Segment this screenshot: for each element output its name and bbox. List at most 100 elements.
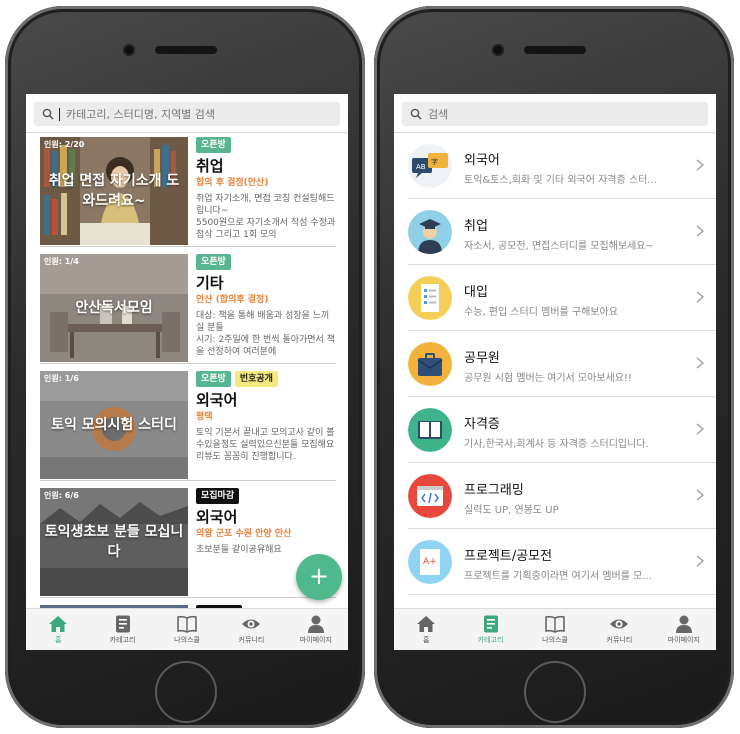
status-badge: 오픈방 — [196, 254, 231, 270]
card-category: 취업 — [196, 157, 224, 175]
chevron-right-icon — [696, 291, 704, 303]
phone-public-badge: 번호공개 — [234, 371, 278, 387]
nav-label: 마이페이지 — [299, 635, 332, 644]
front-camera — [492, 44, 504, 56]
nav-myschool[interactable]: 나의스쿨 — [523, 609, 587, 650]
search-icon — [42, 108, 54, 120]
study-card-list[interactable]: 인원: 2/20 취업 면접 자기소개 도와드려요~ 오픈방 취업 합의 후 결… — [26, 132, 348, 608]
nav-home[interactable]: 홈 — [394, 609, 458, 650]
home-icon — [417, 615, 436, 632]
add-study-button[interactable]: + — [296, 554, 342, 600]
card-thumb-title: 안산독서모임 — [75, 300, 153, 316]
category-item-certificate[interactable]: 자격증 기사,한국사,회계사 등 자격증 스터디입니다. — [394, 397, 716, 463]
card-thumbnail: 인원: 2/20 취업 면접 자기소개 도와드려요~ — [40, 137, 188, 245]
stage: 카테고리, 스터디명, 지역별 검색 인원: 2/20 취업 면접 자기소개 도… — [0, 0, 740, 734]
card-tags: 오픈방 번호공개 — [196, 371, 336, 387]
bottom-nav: 홈 카테고리 나의스쿨 커뮤니티 마이페이지 — [26, 608, 348, 650]
chevron-right-icon — [696, 159, 704, 171]
document-icon: A+ — [408, 540, 452, 584]
category-item-programming[interactable]: 프로그래밍 실력도 UP, 연봉도 UP — [394, 463, 716, 529]
nav-label: 홈 — [422, 635, 430, 644]
category-screen: 검색 AB 字 외국어 토익&토스,회화 및 기타 외국어 자격증 스터... — [394, 94, 716, 650]
search-bar[interactable]: 검색 — [402, 102, 708, 126]
category-title: 외국어 — [464, 153, 500, 168]
category-item-project[interactable]: A+ 프로젝트/공모전 프로젝트를 기획중이라면 여기서 멤버를 모... — [394, 529, 716, 595]
nav-home[interactable]: 홈 — [26, 609, 90, 650]
category-title: 자격증 — [464, 417, 500, 432]
svg-text:字: 字 — [431, 157, 438, 166]
nav-mypage[interactable]: 마이페이지 — [652, 609, 716, 650]
category-subtitle: 공무원 시험 멤버는 여기서 모아보세요!! — [464, 373, 632, 384]
front-camera — [123, 44, 135, 56]
category-list: AB 字 외국어 토익&토스,회화 및 기타 외국어 자격증 스터... 취업 자… — [394, 132, 716, 608]
eye-icon — [610, 619, 629, 628]
category-subtitle: 실력도 UP, 연봉도 UP — [464, 505, 559, 516]
category-title: 공무원 — [464, 351, 500, 366]
category-subtitle: 기사,한국사,회계사 등 자격증 스터디입니다. — [464, 439, 649, 450]
nav-myschool[interactable]: 나의스쿨 — [155, 609, 219, 650]
study-card[interactable]: 인원: 2/20 취업 면접 자기소개 도와드려요~ 오픈방 취업 합의 후 결… — [40, 135, 336, 247]
card-tags: 모집마감 — [196, 488, 336, 504]
home-button[interactable] — [155, 661, 217, 723]
card-info: 오픈방 번호공개 외국어 평택 토익 기본서 끝내고 모의고사 같이 볼수있을정… — [196, 369, 336, 479]
category-subtitle: 토익&토스,회화 및 기타 외국어 자격증 스터... — [464, 175, 657, 186]
card-thumbnail: 인원: 1/6 토익 모의시험 스터디 — [40, 371, 188, 479]
member-count: 인원: 6/6 — [44, 491, 79, 500]
nav-community[interactable]: 커뮤니티 — [587, 609, 651, 650]
card-info: 오픈방 기타 안산 (합의후 결정) 대상: 책을 통해 배움과 성장을 느끼실… — [196, 252, 336, 362]
nav-category[interactable]: 카테고리 — [90, 609, 154, 650]
chevron-right-icon — [696, 357, 704, 369]
user-icon — [307, 615, 324, 633]
code-icon — [408, 474, 452, 518]
nav-label: 카테고리 — [109, 635, 136, 644]
category-icon — [483, 615, 498, 632]
nav-community[interactable]: 커뮤니티 — [219, 609, 283, 650]
card-category: 외국어 — [196, 508, 238, 526]
study-card[interactable]: 인원: 6/6 토익생초보 분들 모십니다 모집마감 외국어 의왕 군포 수원 … — [40, 486, 336, 598]
card-thumb-title: 취업 면접 자기소개 도와드려요~ — [48, 173, 180, 209]
earpiece-speaker — [155, 46, 217, 54]
category-item-language[interactable]: AB 字 외국어 토익&토스,회화 및 기타 외국어 자격증 스터... — [394, 133, 716, 199]
category-item-civil-service[interactable]: 공무원 공무원 시험 멤버는 여기서 모아보세요!! — [394, 331, 716, 397]
user-icon — [675, 615, 692, 633]
status-badge: 오픈방 — [196, 371, 231, 387]
home-icon — [49, 615, 68, 632]
card-thumb-title: 토익생초보 분들 모십니다 — [44, 524, 184, 560]
category-item-job[interactable]: 취업 자소서, 공모전, 면접스터디를 모집해보세요~ — [394, 199, 716, 265]
status-badge: 모집마감 — [196, 488, 240, 504]
member-count: 인원: 1/4 — [44, 257, 79, 266]
language-icon: AB 字 — [408, 144, 452, 188]
earpiece-speaker — [524, 46, 586, 54]
home-button[interactable] — [524, 661, 586, 723]
study-card[interactable]: 인원: 1/4 안산독서모임 오픈방 기타 안산 (합의후 결정) 대상: 책을… — [40, 252, 336, 364]
member-count: 인원: 1/6 — [44, 374, 79, 383]
nav-label: 홈 — [54, 635, 62, 644]
card-location: 평택 — [196, 412, 213, 422]
card-category: 기타 — [196, 274, 224, 292]
book-icon — [408, 408, 452, 452]
category-title: 취업 — [464, 219, 488, 234]
category-item-college[interactable]: 대입 수능, 편입 스터디 멤버를 구해보아요 — [394, 265, 716, 331]
card-category: 외국어 — [196, 391, 238, 409]
card-description: 토익 기본서 끝내고 모의고사 같이 볼수있을정도 실력있으신분들 모집해요 리… — [196, 428, 335, 462]
study-card[interactable]: 인원: 1/6 토익 모의시험 스터디 오픈방 번호공개 외국어 평택 토익 기… — [40, 369, 336, 481]
nav-label: 나의스쿨 — [174, 635, 200, 644]
nav-label: 커뮤니티 — [606, 635, 633, 644]
nav-label: 카테고리 — [477, 635, 504, 644]
phone-right: 검색 AB 字 외국어 토익&토스,회화 및 기타 외국어 자격증 스터... — [374, 6, 734, 728]
category-title: 프로그래밍 — [464, 483, 524, 498]
search-bar[interactable]: 카테고리, 스터디명, 지역별 검색 — [34, 102, 340, 126]
nav-mypage[interactable]: 마이페이지 — [284, 609, 348, 650]
card-thumbnail: 인원: 6/6 토익생초보 분들 모십니다 — [40, 488, 188, 596]
eye-icon — [242, 619, 261, 628]
briefcase-icon — [408, 342, 452, 386]
nav-category[interactable]: 카테고리 — [458, 609, 522, 650]
member-count: 인원: 2/20 — [44, 140, 85, 149]
text-cursor — [59, 107, 60, 121]
card-description: 대상: 책을 통해 배움과 성장을 느끼실 분들 시기: 2주일에 한 번씩 돌… — [196, 311, 335, 357]
chevron-right-icon — [696, 225, 704, 237]
card-info: 오픈방 취업 합의 후 결정(안산) 취업 자기소개, 면접 코칭 컨설팅해드립… — [196, 135, 336, 245]
category-title: 프로젝트/공모전 — [464, 549, 553, 564]
svg-text:AB: AB — [416, 163, 426, 171]
card-description: 취업 자기소개, 면접 코칭 컨설팅해드립니다~ 5500원으로 자기소개서 작… — [196, 194, 336, 240]
